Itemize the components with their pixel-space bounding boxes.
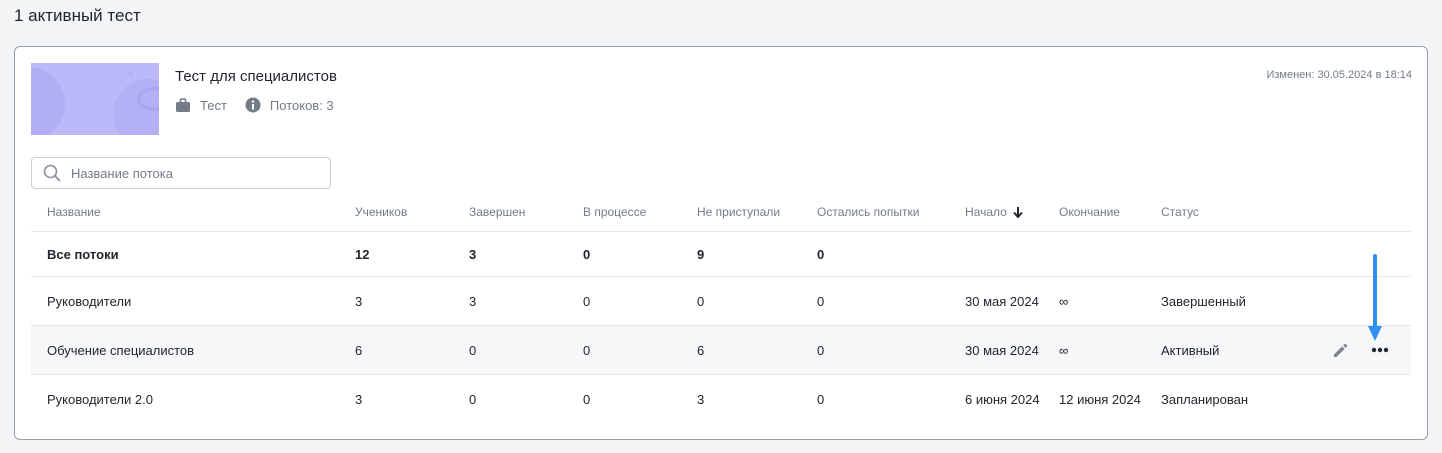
cell-attempts: 0	[817, 392, 825, 407]
test-meta: Тест Потоков: 3	[175, 97, 352, 113]
cell-in-progress: 0	[583, 392, 591, 407]
table-row[interactable]: Руководители 3 3 0 0 0 30 мая 2024 ∞ Зав…	[31, 277, 1411, 326]
cell-start: 6 июня 2024	[965, 392, 1040, 407]
search-box[interactable]	[31, 157, 331, 189]
col-status[interactable]: Статус	[1161, 192, 1199, 231]
col-students[interactable]: Учеников	[355, 192, 407, 231]
cell-status: Запланирован	[1161, 392, 1249, 407]
briefcase-icon	[176, 97, 190, 112]
arrow-down-annotation	[1368, 254, 1382, 341]
cell-students: 3	[355, 293, 363, 309]
cell-start: 30 мая 2024	[965, 293, 1039, 309]
col-start[interactable]: Начало	[965, 192, 1023, 231]
cell-attempts: 0	[817, 293, 825, 309]
more-horizontal-icon	[1371, 347, 1389, 353]
col-attempts[interactable]: Остались попытки	[817, 192, 919, 231]
cell-in-progress: 0	[583, 246, 591, 262]
test-streams: Потоков: 3	[245, 97, 334, 113]
table-header: Название Учеников Завершен В процессе Не…	[31, 192, 1411, 232]
cell-done: 0	[469, 392, 477, 407]
cell-name: Руководители	[47, 293, 132, 309]
cell-done: 3	[469, 293, 477, 309]
cell-not-started: 0	[697, 293, 705, 309]
edit-button[interactable]	[1332, 342, 1349, 359]
cell-start: 30 мая 2024	[965, 342, 1039, 358]
cell-students: 12	[355, 246, 370, 262]
test-title[interactable]: Тест для специалистов	[175, 68, 337, 85]
page-heading: 1 активный тест	[14, 6, 141, 25]
cell-name: Руководители 2.0	[47, 392, 153, 407]
test-type: Тест	[175, 98, 227, 113]
cell-students: 3	[355, 392, 363, 407]
cell-status: Активный	[1161, 342, 1220, 358]
cell-name: Все потоки	[47, 246, 119, 262]
cell-attempts: 0	[817, 342, 825, 358]
cell-name: Обучение специалистов	[47, 342, 195, 358]
col-end[interactable]: Окончание	[1059, 192, 1120, 231]
more-button[interactable]	[1371, 347, 1389, 353]
test-card: ✧ Тест для специалистов Тест Потоков: 3 …	[14, 46, 1428, 440]
cell-end: ∞	[1059, 293, 1069, 309]
info-icon	[245, 97, 261, 113]
table-row[interactable]: Руководители 2.0 3 0 0 3 0 6 июня 2024 1…	[31, 375, 1411, 424]
cell-attempts: 0	[817, 246, 825, 262]
pencil-icon	[1334, 343, 1348, 357]
cell-done: 3	[469, 246, 477, 262]
cell-end: 12 июня 2024	[1059, 392, 1141, 407]
test-cover-image[interactable]: ✧	[31, 63, 159, 135]
cell-done: 0	[469, 342, 477, 358]
cell-status: Завершенный	[1161, 293, 1246, 309]
col-in-progress[interactable]: В процессе	[583, 192, 646, 231]
search-icon	[43, 164, 61, 182]
cell-not-started: 3	[697, 392, 705, 407]
cell-not-started: 6	[697, 342, 705, 358]
modified-date: Изменен: 30.05.2024 в 18:14	[1266, 69, 1412, 81]
col-name[interactable]: Название	[47, 192, 101, 231]
cell-end: ∞	[1059, 342, 1069, 358]
col-start-label: Начало	[965, 204, 1007, 219]
cell-in-progress: 0	[583, 293, 591, 309]
cell-not-started: 9	[697, 246, 705, 262]
search-input[interactable]	[71, 165, 311, 181]
table-row-total[interactable]: Все потоки 12 3 0 9 0	[31, 232, 1411, 277]
test-type-label: Тест	[200, 97, 227, 113]
table-row[interactable]: Обучение специалистов 6 0 0 6 0 30 мая 2…	[31, 326, 1411, 375]
cell-students: 6	[355, 342, 363, 358]
streams-table: Название Учеников Завершен В процессе Не…	[31, 192, 1411, 424]
col-done[interactable]: Завершен	[469, 192, 525, 231]
cell-in-progress: 0	[583, 342, 591, 358]
col-not-started[interactable]: Не приступали	[697, 192, 780, 231]
arrow-down-icon	[1013, 206, 1023, 218]
test-streams-label: Потоков: 3	[269, 97, 334, 113]
